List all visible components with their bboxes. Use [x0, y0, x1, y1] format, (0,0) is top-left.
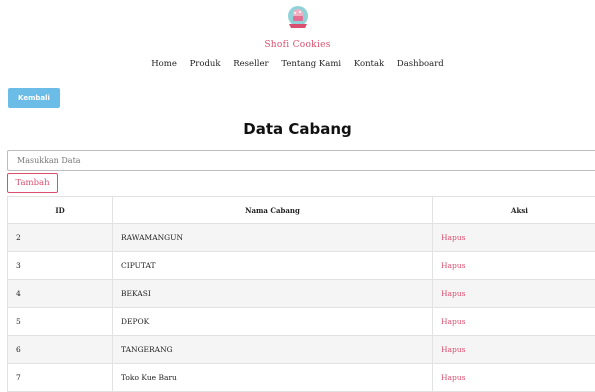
delete-link[interactable]: Hapus — [441, 261, 466, 270]
nav-dashboard[interactable]: Dashboard — [397, 59, 444, 69]
cell-name: RAWAMANGUN — [113, 224, 433, 252]
cookie-logo-icon — [287, 5, 309, 31]
nav-tentang-kami[interactable]: Tentang Kami — [281, 59, 341, 69]
nav-home[interactable]: Home — [151, 59, 177, 69]
cell-name: BEKASI — [113, 280, 433, 308]
search-input[interactable]: Masukkan Data — [7, 150, 595, 171]
brand-name: Shofi Cookies — [0, 40, 595, 50]
table-row: 5 DEPOK Hapus — [8, 308, 595, 336]
cell-id: 7 — [8, 364, 113, 392]
cell-id: 3 — [8, 252, 113, 280]
back-button[interactable]: Kembali — [8, 88, 60, 108]
main-nav: Home Produk Reseller Tentang Kami Kontak… — [0, 59, 595, 69]
header-name: Nama Cabang — [113, 197, 433, 224]
nav-reseller[interactable]: Reseller — [233, 59, 268, 69]
branch-table: ID Nama Cabang Aksi 2 RAWAMANGUN Hapus 3… — [7, 196, 595, 392]
cell-id: 2 — [8, 224, 113, 252]
delete-link[interactable]: Hapus — [441, 373, 466, 382]
cell-name: DEPOK — [113, 308, 433, 336]
table-row: 6 TANGERANG Hapus — [8, 336, 595, 364]
page-title: Data Cabang — [0, 120, 595, 138]
cell-id: 6 — [8, 336, 113, 364]
cell-name: Toko Kue Baru — [113, 364, 433, 392]
cell-id: 5 — [8, 308, 113, 336]
delete-link[interactable]: Hapus — [441, 317, 466, 326]
delete-link[interactable]: Hapus — [441, 289, 466, 298]
delete-link[interactable]: Hapus — [441, 233, 466, 242]
table-row: 3 CIPUTAT Hapus — [8, 252, 595, 280]
cell-name: CIPUTAT — [113, 252, 433, 280]
table-row: 2 RAWAMANGUN Hapus — [8, 224, 595, 252]
delete-link[interactable]: Hapus — [441, 345, 466, 354]
cell-id: 4 — [8, 280, 113, 308]
table-row: 7 Toko Kue Baru Hapus — [8, 364, 595, 392]
cell-name: TANGERANG — [113, 336, 433, 364]
table-row: 4 BEKASI Hapus — [8, 280, 595, 308]
add-button[interactable]: Tambah — [7, 173, 58, 193]
nav-produk[interactable]: Produk — [190, 59, 221, 69]
header-id: ID — [8, 197, 113, 224]
header-action: Aksi — [433, 197, 595, 224]
nav-kontak[interactable]: Kontak — [354, 59, 384, 69]
